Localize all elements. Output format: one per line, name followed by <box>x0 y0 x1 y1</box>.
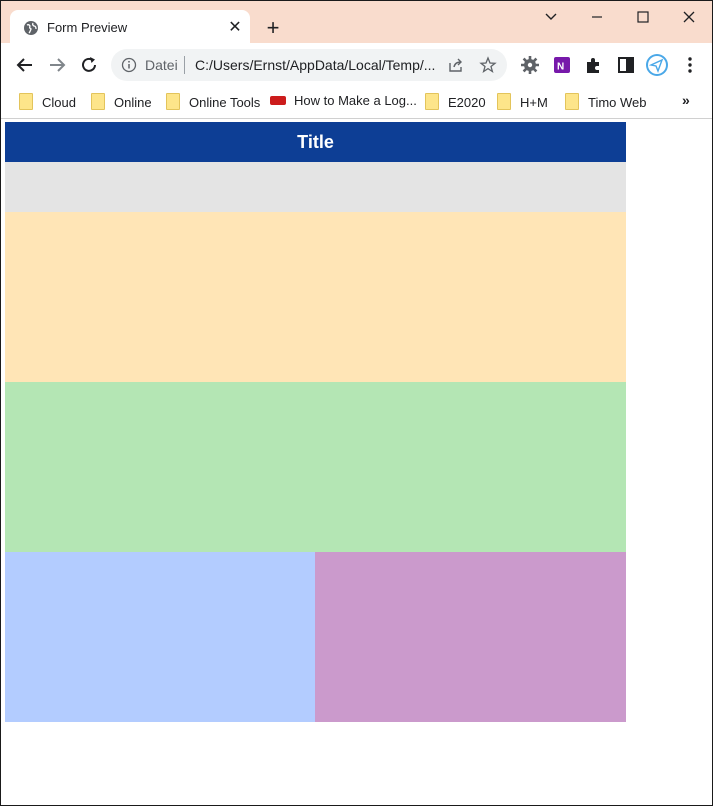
bookmark-label: E2020 <box>448 95 486 110</box>
bookmark-label: Cloud <box>42 95 76 110</box>
page-title: Title <box>5 122 626 162</box>
address-bar[interactable]: Datei C:/Users/Ernst/AppData/Local/Temp/… <box>111 49 507 81</box>
svg-text:N: N <box>557 62 564 73</box>
divider <box>184 56 185 74</box>
forward-arrow-icon[interactable] <box>46 54 68 76</box>
folder-icon <box>91 93 105 110</box>
bookmark-hm[interactable]: H+M <box>497 93 548 111</box>
bookmark-online[interactable]: Online <box>91 93 152 111</box>
bookmarks-more-button[interactable]: » <box>682 92 690 108</box>
folder-icon <box>166 93 180 110</box>
tab-close-icon[interactable]: ✕ <box>226 19 244 37</box>
hdd-icon <box>270 96 286 105</box>
maximize-icon[interactable] <box>631 7 655 27</box>
url-text[interactable]: C:/Users/Ernst/AppData/Local/Temp/... <box>195 57 440 73</box>
minimize-icon[interactable] <box>585 7 609 27</box>
bookmark-label: Online <box>114 95 152 110</box>
form-section-grey <box>5 162 626 212</box>
info-icon[interactable] <box>121 57 137 73</box>
side-panel-icon[interactable] <box>615 54 637 76</box>
bookmark-label: Online Tools <box>189 95 261 110</box>
folder-icon <box>497 93 511 110</box>
back-arrow-icon[interactable] <box>14 54 36 76</box>
bookmark-label: H+M <box>520 95 548 110</box>
form-section-purple <box>315 552 626 722</box>
tab-title: Form Preview <box>47 20 128 35</box>
menu-dots-icon[interactable] <box>679 54 701 76</box>
close-icon[interactable] <box>677 7 701 27</box>
bookmark-e2020[interactable]: E2020 <box>425 93 486 111</box>
bookmark-timo-web[interactable]: Timo Web <box>565 93 647 111</box>
form-preview-page: Title <box>5 122 626 723</box>
onenote-icon[interactable]: N <box>551 54 573 76</box>
bookmarks-bar: Cloud Online Online Tools How to Make a … <box>1 86 712 119</box>
form-section-blue <box>5 552 315 722</box>
new-tab-button[interactable]: + <box>262 17 284 39</box>
folder-icon <box>19 93 33 110</box>
send-extension-icon[interactable] <box>645 53 669 77</box>
puzzle-extensions-icon[interactable] <box>583 54 605 76</box>
tab-strip: Form Preview ✕ + <box>1 1 712 44</box>
bookmark-online-tools[interactable]: Online Tools <box>166 93 260 111</box>
form-section-green <box>5 382 626 552</box>
bookmark-label: How to Make a Log... <box>294 93 417 108</box>
folder-icon <box>425 93 439 110</box>
reload-icon[interactable] <box>78 54 100 76</box>
bookmark-how-to-make-a-log[interactable]: How to Make a Log... <box>270 93 417 111</box>
share-icon[interactable] <box>447 56 465 74</box>
star-icon[interactable] <box>479 56 497 74</box>
form-section-peach <box>5 212 626 382</box>
bookmark-label: Timo Web <box>588 95 647 110</box>
chevron-down-icon[interactable] <box>539 7 563 27</box>
browser-window: Form Preview ✕ + Datei C:/Users/Ernst/Ap… <box>0 0 713 806</box>
bookmark-cloud[interactable]: Cloud <box>19 93 76 111</box>
tab-form-preview[interactable]: Form Preview ✕ <box>10 10 250 44</box>
browser-toolbar: Datei C:/Users/Ernst/AppData/Local/Temp/… <box>1 44 712 86</box>
gear-extension-icon[interactable] <box>519 54 541 76</box>
folder-icon <box>565 93 579 110</box>
scheme-label: Datei <box>145 57 178 73</box>
globe-icon <box>24 21 38 35</box>
